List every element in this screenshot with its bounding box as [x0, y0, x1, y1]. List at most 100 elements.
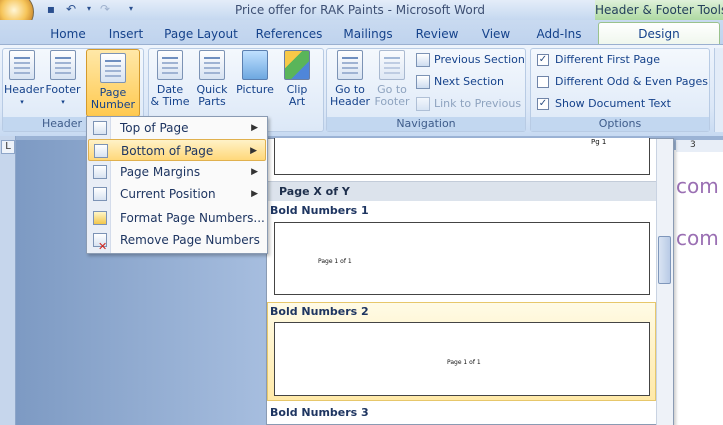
horizontal-ruler[interactable]: 3 — [676, 140, 723, 152]
picture-label: Picture — [236, 83, 274, 96]
chevron-down-icon: ▾ — [20, 98, 24, 106]
tab-home[interactable]: Home — [46, 24, 90, 44]
redo-icon[interactable]: ↷ — [98, 2, 112, 16]
picture-button[interactable]: Picture — [234, 50, 276, 96]
page-number-button[interactable]: Page Number — [86, 49, 140, 117]
tab-add-ins[interactable]: Add-Ins — [530, 24, 588, 44]
chevron-right-icon: ▶ — [251, 189, 258, 199]
quick-parts-button[interactable]: Quick Parts — [192, 50, 232, 108]
footer-label: Footer — [45, 83, 81, 96]
header-icon — [9, 50, 35, 80]
footer-button[interactable]: Footer ▾ — [44, 50, 82, 108]
header-label: Header — [4, 83, 45, 96]
menu-item-label: Page Margins — [120, 165, 201, 179]
different-odd-even-label: Different Odd & Even Pages — [555, 75, 708, 88]
bottom-of-page-icon — [94, 144, 108, 158]
previous-section-icon — [416, 53, 430, 67]
tab-page-layout[interactable]: Page Layout — [164, 24, 238, 44]
menu-item-label: Bottom of Page — [121, 144, 214, 158]
different-first-page-option[interactable]: ✓ Different First Page — [537, 53, 660, 66]
document-text-2: com — [676, 226, 719, 250]
preview-text: Pg 1 — [591, 138, 607, 146]
checkbox-checked-icon[interactable]: ✓ — [537, 98, 549, 110]
menu-item-label: Remove Page Numbers — [120, 233, 260, 247]
footer-icon — [50, 50, 76, 80]
menu-item-top-of-page[interactable]: Top of Page ▶ — [88, 117, 266, 139]
checkbox-unchecked-icon[interactable] — [537, 76, 549, 88]
preview-text: Page 1 of 1 — [318, 258, 352, 265]
gallery-section-header: Page X of Y — [267, 181, 656, 201]
go-to-header-label-2: Header — [330, 95, 371, 108]
ruler-tick-label: 3 — [690, 140, 696, 150]
menu-item-current-position[interactable]: Current Position ▶ — [88, 183, 266, 205]
date-time-button[interactable]: Date & Time — [150, 50, 190, 108]
gallery-item-label: Bold Numbers 2 — [270, 305, 369, 318]
customize-qat-icon[interactable]: ▾ — [124, 2, 138, 16]
tab-selector-icon[interactable]: L — [1, 140, 15, 154]
checkbox-checked-icon[interactable]: ✓ — [537, 54, 549, 66]
picture-icon — [242, 50, 268, 80]
preview-text: Page 1 of 1 — [447, 359, 481, 366]
tab-review[interactable]: Review — [412, 24, 462, 44]
chevron-right-icon: ▶ — [250, 146, 257, 156]
page-number-icon — [100, 53, 126, 83]
page-number-label-2: Number — [90, 98, 136, 111]
calendar-icon — [157, 50, 183, 80]
chevron-right-icon: ▶ — [251, 123, 258, 133]
previous-section-button[interactable]: Previous Section — [416, 53, 525, 67]
document-text-1: com — [676, 174, 719, 198]
next-group-edge — [714, 48, 723, 132]
tab-design[interactable]: Design — [598, 22, 720, 46]
gallery-item-label: Bold Numbers 1 — [270, 204, 369, 217]
page-margins-icon — [93, 165, 107, 179]
quick-parts-label-2: Parts — [198, 95, 226, 108]
go-to-header-icon — [337, 50, 363, 80]
go-to-footer-label-2: Footer — [374, 95, 410, 108]
link-icon — [416, 97, 430, 111]
different-odd-even-option[interactable]: Different Odd & Even Pages — [537, 75, 708, 88]
top-of-page-icon — [93, 121, 107, 135]
vertical-ruler[interactable] — [0, 136, 16, 425]
gallery-item-preview-top[interactable]: Pg 1 — [274, 138, 650, 175]
undo-icon[interactable]: ↶ — [64, 2, 78, 16]
tab-view[interactable]: View — [476, 24, 516, 44]
go-to-header-button[interactable]: Go to Header — [330, 50, 370, 108]
quick-parts-icon — [199, 50, 225, 80]
show-document-text-label: Show Document Text — [555, 97, 671, 110]
save-icon[interactable]: ▪ — [44, 2, 58, 16]
clip-art-icon — [284, 50, 310, 80]
clip-art-label-2: Art — [288, 95, 306, 108]
menu-item-bottom-of-page[interactable]: Bottom of Page ▶ — [88, 139, 266, 161]
chevron-right-icon: ▶ — [251, 167, 258, 177]
delete-x-icon: ✕ — [98, 240, 108, 253]
group-label-navigation: Navigation — [327, 117, 525, 131]
go-to-footer-button[interactable]: Go to Footer — [372, 50, 412, 108]
date-time-label-2: & Time — [150, 95, 190, 108]
group-label-options: Options — [531, 117, 709, 131]
gallery-item-bold-numbers-1[interactable]: Page 1 of 1 — [274, 222, 650, 295]
window-title: Price offer for RAK Paints - Microsoft W… — [234, 3, 486, 17]
gallery-scroll-thumb[interactable] — [658, 236, 671, 284]
clip-art-button[interactable]: Clip Art — [280, 50, 314, 108]
next-section-button[interactable]: Next Section — [416, 75, 504, 89]
menu-item-page-margins[interactable]: Page Margins ▶ — [88, 161, 266, 183]
go-to-footer-icon — [379, 50, 405, 80]
tab-mailings[interactable]: Mailings — [338, 24, 398, 44]
tab-insert[interactable]: Insert — [104, 24, 148, 44]
undo-dropdown-icon[interactable]: ▾ — [82, 2, 96, 16]
current-position-icon — [93, 187, 107, 201]
link-to-previous-button[interactable]: Link to Previous — [416, 97, 521, 111]
chevron-down-icon: ▾ — [61, 98, 65, 106]
format-page-numbers-icon — [93, 211, 107, 225]
link-to-previous-label: Link to Previous — [434, 97, 522, 110]
menu-item-format-page-numbers[interactable]: Format Page Numbers... — [88, 207, 266, 229]
context-tools-title: Header & Footer Tools — [595, 0, 723, 22]
menu-item-remove-page-numbers[interactable]: ✕ Remove Page Numbers — [88, 229, 266, 253]
tab-references[interactable]: References — [252, 24, 326, 44]
next-section-icon — [416, 75, 430, 89]
previous-section-label: Previous Section — [434, 53, 525, 66]
gallery-item-bold-numbers-2[interactable]: Page 1 of 1 — [274, 322, 650, 396]
header-button[interactable]: Header ▾ — [4, 50, 45, 108]
show-document-text-option[interactable]: ✓ Show Document Text — [537, 97, 671, 110]
different-first-page-label: Different First Page — [555, 53, 660, 66]
